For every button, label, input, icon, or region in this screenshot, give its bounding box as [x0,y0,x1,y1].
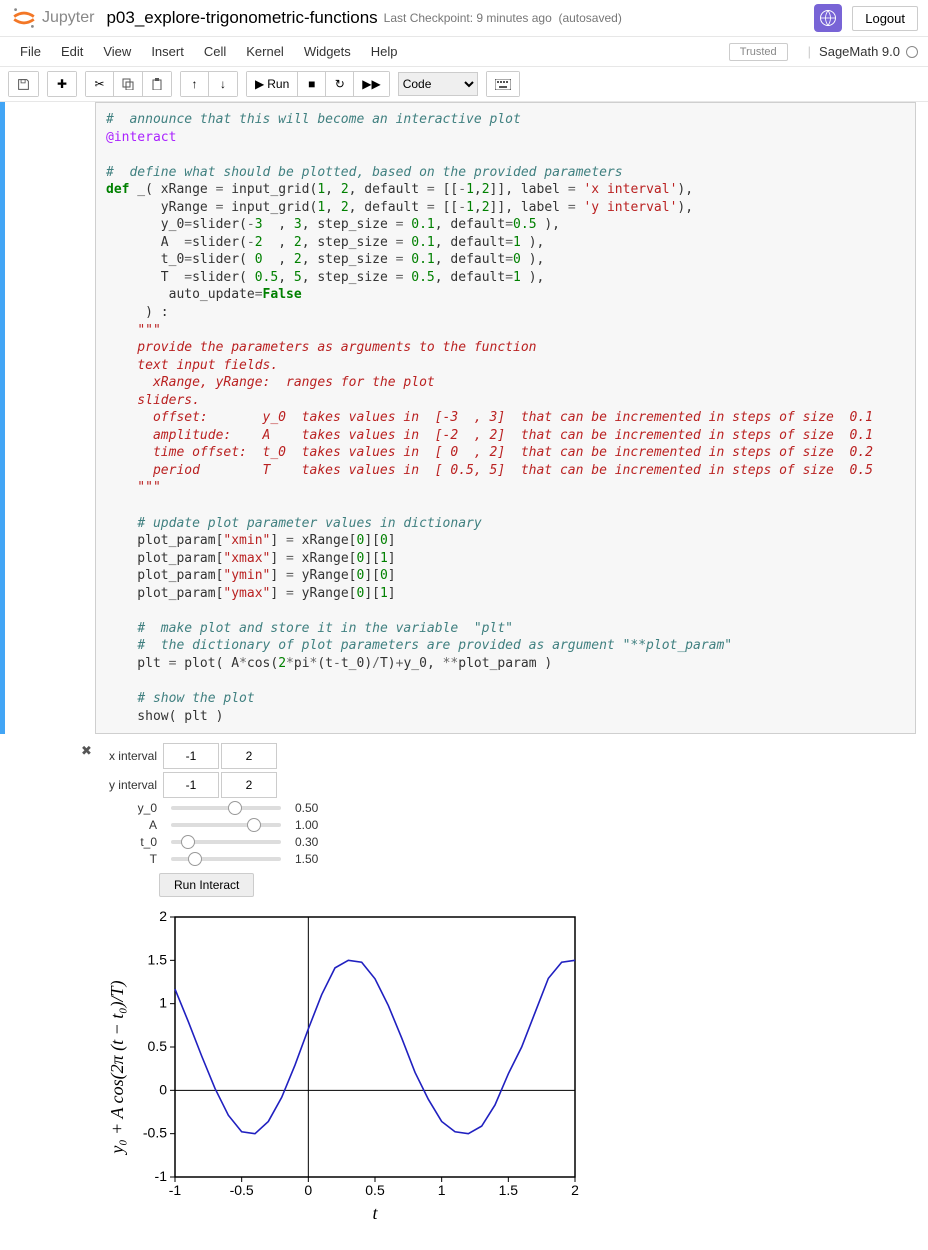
copy-icon [122,78,134,90]
menu-kernel[interactable]: Kernel [236,40,294,63]
fast-forward-icon: ▶▶ [362,77,380,91]
restart-button[interactable]: ↻ [326,72,354,96]
kernel-status-icon [906,46,918,58]
command-palette-button[interactable] [487,72,519,96]
y-max-input[interactable] [221,772,277,798]
code-cell[interactable]: # announce that this will become an inte… [0,102,928,734]
A-label: A [95,818,157,832]
t0-label: t_0 [95,835,157,849]
interrupt-button[interactable]: ■ [298,72,326,96]
svg-text:2: 2 [159,908,167,924]
svg-text:-1: -1 [169,1182,182,1198]
toolbar: ✚ ✂ ↑ ↓ ▶Run ■ ↻ ▶▶ Code [0,67,928,102]
cut-button[interactable]: ✂ [86,72,114,96]
hub-badge-icon[interactable] [814,4,842,32]
move-down-button[interactable]: ↓ [209,72,237,96]
menu-help[interactable]: Help [361,40,408,63]
svg-text:-0.5: -0.5 [143,1125,167,1141]
y0-slider-row: y_0 0.50 [95,801,928,815]
plus-icon: ✚ [57,77,67,91]
scissors-icon: ✂ [94,77,104,91]
jupyter-label: Jupyter [42,9,94,27]
stop-icon: ■ [308,77,315,91]
y0-label: y_0 [95,801,157,815]
keyboard-icon [495,79,511,90]
T-slider[interactable] [171,857,281,861]
menu-view[interactable]: View [93,40,141,63]
A-value: 1.00 [295,818,335,832]
run-interact-button[interactable]: Run Interact [159,873,254,897]
svg-text:1: 1 [159,995,167,1011]
kernel-name[interactable]: SageMath 9.0 [819,44,918,59]
arrow-up-icon: ↑ [192,77,198,91]
menubar: File Edit View Insert Cell Kernel Widget… [0,37,928,67]
t0-slider[interactable] [171,840,281,844]
menu-cell[interactable]: Cell [194,40,236,63]
svg-text:t: t [372,1203,378,1223]
restart-icon: ↻ [335,77,345,91]
svg-text:1: 1 [438,1182,446,1198]
trusted-indicator[interactable]: Trusted [729,43,788,61]
svg-text:1.5: 1.5 [499,1182,519,1198]
play-icon: ▶ [255,77,264,91]
svg-text:0.5: 0.5 [148,1038,168,1054]
cell-type-select[interactable]: Code [398,72,478,96]
x-min-input[interactable] [163,743,219,769]
svg-text:y₀ + A cos(2π (t − t₀)/T): y₀ + A cos(2π (t − t₀)/T) [107,981,128,1156]
T-label: T [95,852,157,866]
y-interval-label: y interval [95,778,157,792]
svg-text:0: 0 [159,1081,167,1097]
move-up-button[interactable]: ↑ [181,72,209,96]
x-max-input[interactable] [221,743,277,769]
T-slider-row: T 1.50 [95,852,928,866]
svg-text:0: 0 [304,1182,312,1198]
close-icon[interactable]: ✖ [81,743,92,759]
output-area: ✖ x interval y interval y_0 0.50 A 1.00 … [95,734,928,1250]
paste-button[interactable] [143,72,171,96]
svg-text:2: 2 [571,1182,579,1198]
jupyter-logo-icon [10,4,38,32]
arrow-down-icon: ↓ [220,77,226,91]
T-value: 1.50 [295,852,335,866]
header: Jupyter p03_explore-trigonometric-functi… [0,0,928,37]
checkpoint-text: Last Checkpoint: 9 minutes ago (autosave… [384,11,622,25]
menu-insert[interactable]: Insert [141,40,194,63]
y0-slider[interactable] [171,806,281,810]
x-interval-label: x interval [95,749,157,763]
menu-file[interactable]: File [10,40,51,63]
svg-text:-1: -1 [155,1168,168,1184]
notebook-name[interactable]: p03_explore-trigonometric-functions [106,8,377,28]
code-input[interactable]: # announce that this will become an inte… [95,102,916,734]
insert-cell-button[interactable]: ✚ [48,72,76,96]
run-button[interactable]: ▶Run [247,72,298,96]
y-min-input[interactable] [163,772,219,798]
plot: y₀ + A cos(2π (t − t₀)/T) -1 -0.5 0 0.5 1 1.5… [105,907,928,1230]
notebook-container: # announce that this will become an inte… [0,102,928,1250]
A-slider[interactable] [171,823,281,827]
copy-button[interactable] [114,72,143,96]
menu-edit[interactable]: Edit [51,40,93,63]
paste-icon [151,78,163,90]
y0-value: 0.50 [295,801,335,815]
t0-slider-row: t_0 0.30 [95,835,928,849]
save-button[interactable] [9,72,38,96]
svg-text:0.5: 0.5 [365,1182,385,1198]
x-interval-row: x interval [95,743,928,769]
svg-text:-0.5: -0.5 [230,1182,254,1198]
logout-button[interactable]: Logout [852,6,918,31]
restart-run-all-button[interactable]: ▶▶ [354,72,388,96]
menu-widgets[interactable]: Widgets [294,40,361,63]
A-slider-row: A 1.00 [95,818,928,832]
y-interval-row: y interval [95,772,928,798]
t0-value: 0.30 [295,835,335,849]
svg-text:1.5: 1.5 [148,951,168,967]
